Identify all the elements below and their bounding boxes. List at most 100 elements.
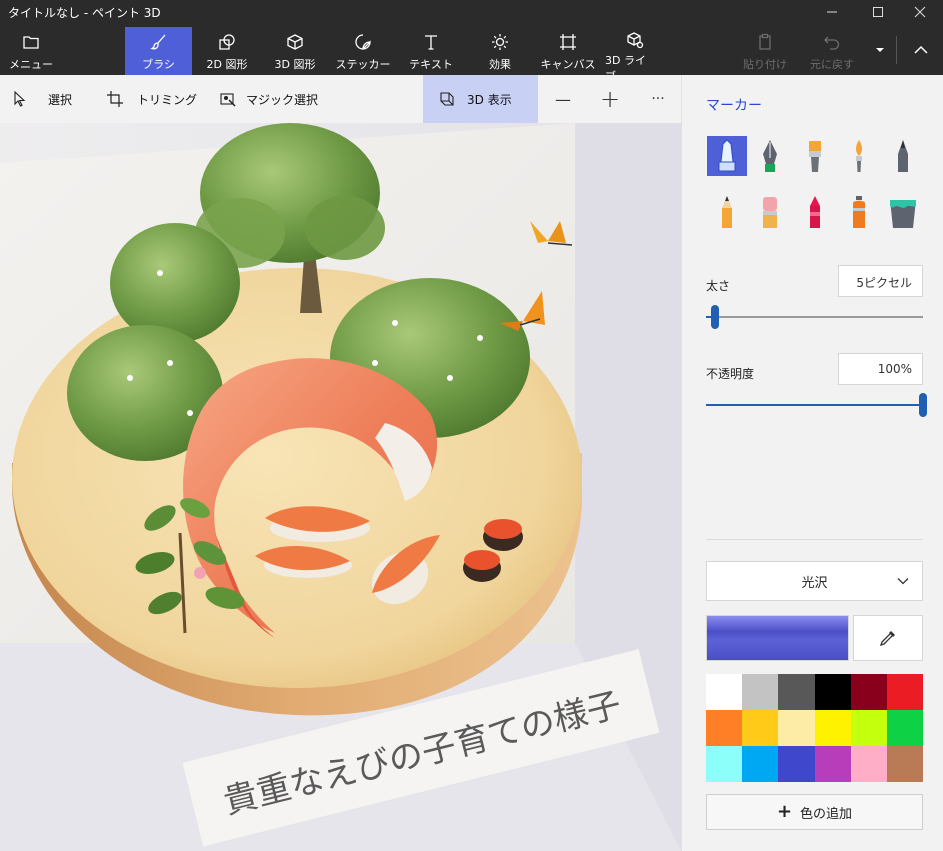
current-color-swatch[interactable] xyxy=(706,615,849,661)
zoom-out-button[interactable]: — xyxy=(543,75,583,123)
maximize-button[interactable] xyxy=(855,0,901,24)
brush-calligraphy-pen[interactable] xyxy=(750,136,790,176)
ribbon: メニュー ブラシ 2D 図形 3D 図形 ステッカー テキスト 効果 キャンバス… xyxy=(0,24,943,83)
close-icon xyxy=(914,6,926,18)
finish-dropdown[interactable]: 光沢 xyxy=(706,561,923,601)
add-color-button[interactable]: + 色の追加 xyxy=(706,794,923,830)
tool-canvas[interactable]: キャンバス xyxy=(538,27,598,75)
opacity-slider-fill xyxy=(706,404,923,406)
eyedropper-icon xyxy=(879,631,895,647)
tool-text[interactable]: テキスト xyxy=(405,27,457,75)
palette-swatch[interactable] xyxy=(778,710,815,746)
menu-button[interactable]: メニュー xyxy=(6,27,56,75)
view-3d-label: 3D 表示 xyxy=(467,92,512,107)
palette-swatch[interactable] xyxy=(706,674,743,710)
brush-eraser[interactable] xyxy=(750,192,790,232)
view-3d-icon xyxy=(440,92,454,106)
panel-title: マーカー xyxy=(706,98,762,114)
window-title: タイトルなし - ペイント 3D xyxy=(8,6,161,20)
zoom-in-button[interactable]: + xyxy=(590,75,630,123)
magic-select-button[interactable]: マジック選択 xyxy=(220,75,318,123)
view-3d-toggle[interactable]: 3D 表示 xyxy=(423,75,538,123)
finish-value: 光沢 xyxy=(801,575,828,591)
palette-swatch[interactable] xyxy=(706,746,743,782)
bush-left-top xyxy=(110,223,240,343)
title-bar: タイトルなし - ペイント 3D xyxy=(0,0,943,24)
tool-stickers[interactable]: ステッカー xyxy=(334,27,392,75)
magic-select-label: マジック選択 xyxy=(246,92,319,107)
brush-marker[interactable] xyxy=(707,136,747,176)
folder-icon xyxy=(23,36,39,49)
palette-swatch[interactable] xyxy=(850,674,887,710)
tool-stickers-label: ステッカー xyxy=(335,58,391,71)
minimize-icon xyxy=(827,11,837,13)
brush-fill-bucket[interactable] xyxy=(883,192,923,232)
tool-effects[interactable]: 効果 xyxy=(474,27,526,75)
select-button[interactable]: 選択 xyxy=(12,75,72,123)
brush-watercolor[interactable] xyxy=(839,136,879,176)
brush-pixel-pen[interactable] xyxy=(883,136,923,176)
palette-swatch[interactable] xyxy=(886,674,923,710)
library-3d-icon xyxy=(627,32,644,49)
palette-swatch[interactable] xyxy=(742,674,779,710)
sun-icon xyxy=(492,34,508,50)
palette-swatch[interactable] xyxy=(778,674,815,710)
brush-spray-can[interactable] xyxy=(839,192,879,232)
eraser-icon xyxy=(763,197,777,228)
crop-button[interactable]: トリミング xyxy=(107,75,197,123)
salmon-roe-sushi-1 xyxy=(483,519,523,551)
brush-icon xyxy=(149,34,165,50)
paste-button[interactable]: 貼り付け xyxy=(740,27,790,75)
palette-swatch[interactable] xyxy=(850,710,887,746)
plus-icon: + xyxy=(776,800,793,822)
palette-swatch[interactable] xyxy=(778,746,815,782)
opacity-slider-thumb[interactable] xyxy=(919,393,927,417)
tool-3d-library[interactable]: 3D ライブ... xyxy=(605,27,665,83)
more-options-button[interactable]: ··· xyxy=(638,75,678,123)
tool-effects-label: 効果 xyxy=(489,58,511,71)
brush-crayon[interactable] xyxy=(795,192,835,232)
tool-brush[interactable]: ブラシ xyxy=(125,27,192,75)
crop-icon xyxy=(107,91,123,107)
eyedropper-button[interactable] xyxy=(853,615,923,661)
canvas-area[interactable]: 貴重なえびの子育ての様子 xyxy=(0,123,681,851)
palette-swatch[interactable] xyxy=(886,710,923,746)
close-button[interactable] xyxy=(897,0,943,24)
palette-swatch[interactable] xyxy=(706,710,743,746)
salmon-roe-sushi-2 xyxy=(463,550,501,582)
palette-swatch[interactable] xyxy=(742,710,779,746)
palette-swatch[interactable] xyxy=(814,746,851,782)
ribbon-divider xyxy=(896,36,897,64)
panel-divider xyxy=(706,539,923,540)
tool-3d-shapes[interactable]: 3D 図形 xyxy=(264,27,326,75)
thickness-slider[interactable] xyxy=(706,305,923,329)
tool-2d-shapes[interactable]: 2D 図形 xyxy=(196,27,258,75)
fill-bucket-icon xyxy=(890,200,916,228)
palette-swatch[interactable] xyxy=(742,746,779,782)
opacity-slider[interactable] xyxy=(706,393,927,417)
canvas-icon xyxy=(560,34,576,50)
brush-pencil[interactable] xyxy=(707,192,747,232)
minimize-button[interactable] xyxy=(809,0,855,24)
maximize-icon xyxy=(873,7,883,17)
crayon-icon xyxy=(810,196,820,228)
history-dropdown-button[interactable] xyxy=(868,38,892,62)
marker-icon xyxy=(718,139,736,172)
select-label: 選択 xyxy=(48,92,73,107)
palette-swatch[interactable] xyxy=(850,746,887,782)
add-color-label: 色の追加 xyxy=(800,806,853,822)
tool-text-label: テキスト xyxy=(409,58,453,71)
opacity-input[interactable]: 100% xyxy=(838,353,923,385)
undo-button[interactable]: 元に戻す xyxy=(805,27,859,75)
shapes-2d-icon xyxy=(219,34,235,50)
canvas-scene[interactable] xyxy=(0,123,681,851)
palette-swatch[interactable] xyxy=(814,710,851,746)
palette-swatch[interactable] xyxy=(814,674,851,710)
palette-swatch[interactable] xyxy=(886,746,923,782)
thickness-input[interactable]: 5ピクセル xyxy=(838,265,923,297)
tool-canvas-label: キャンバス xyxy=(540,58,596,71)
collapse-ribbon-button[interactable] xyxy=(904,36,938,64)
brush-oil[interactable] xyxy=(795,136,835,176)
thickness-slider-thumb[interactable] xyxy=(710,305,719,329)
undo-icon xyxy=(824,36,840,50)
